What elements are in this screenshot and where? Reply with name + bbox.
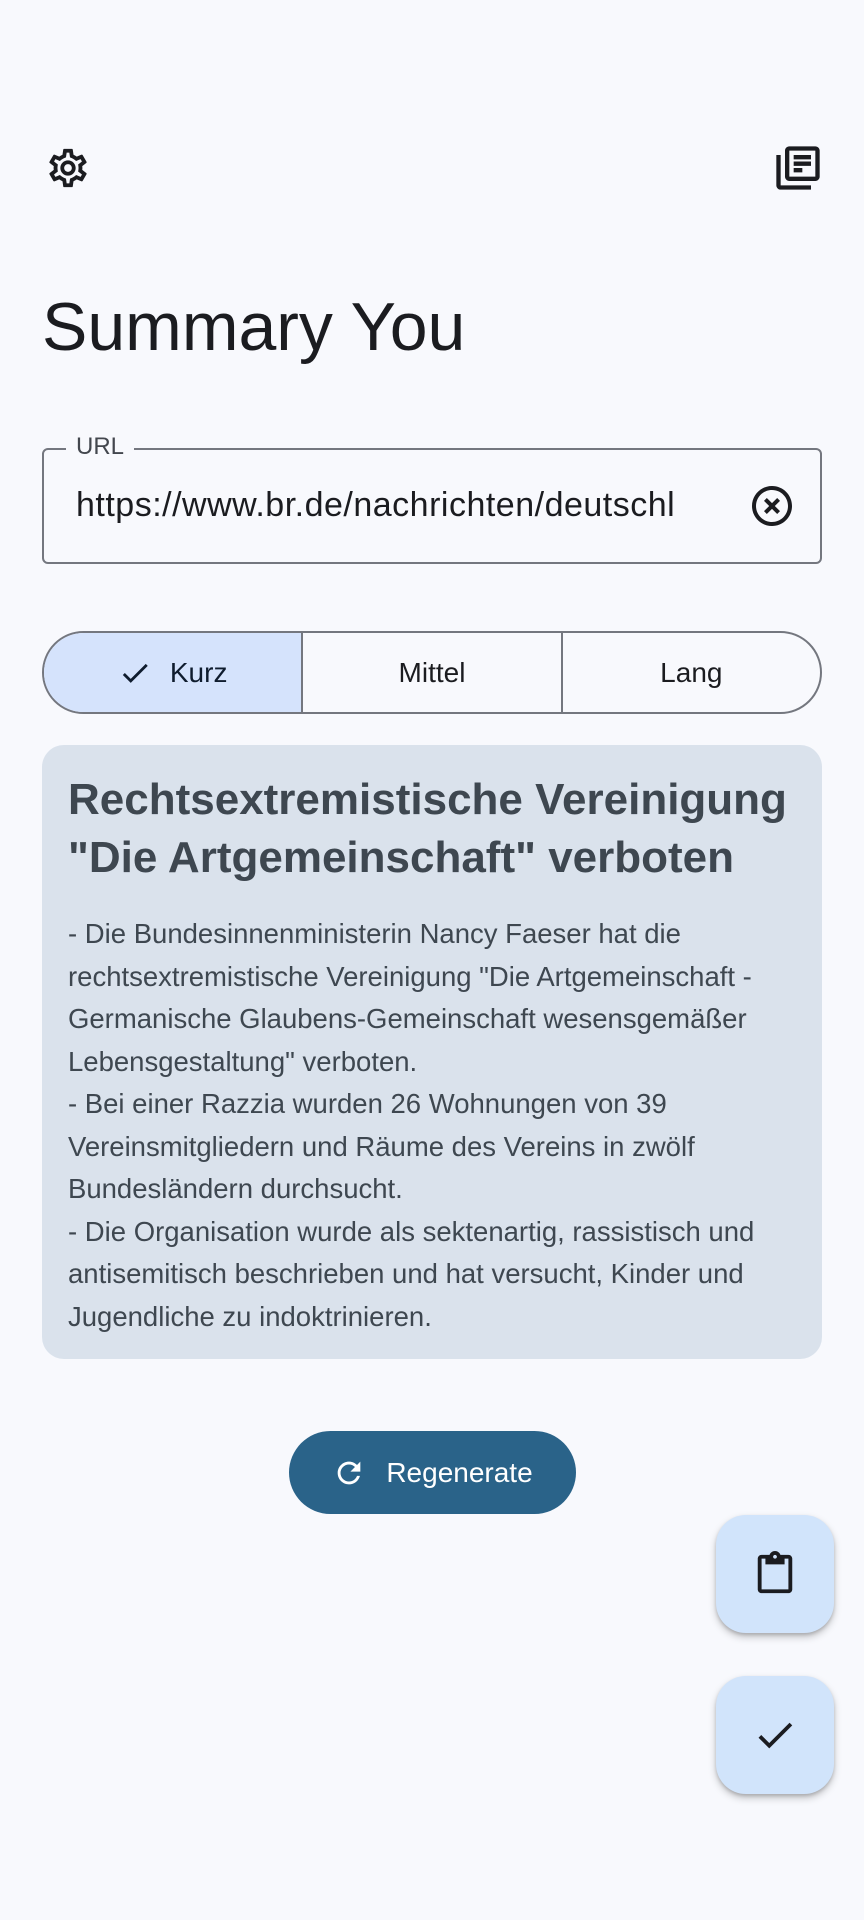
clipboard-icon bbox=[757, 1551, 793, 1594]
settings-button[interactable] bbox=[36, 136, 100, 200]
app-title: Summary You bbox=[42, 289, 466, 365]
copy-clipboard-button[interactable] bbox=[716, 1515, 834, 1633]
segment-label: Mittel bbox=[398, 656, 466, 688]
regenerate-label: Regenerate bbox=[386, 1456, 533, 1488]
settings-icon bbox=[49, 148, 87, 188]
url-input[interactable]: https://www.br.de/nachrichten/deutschl bbox=[76, 450, 766, 561]
done-button[interactable] bbox=[716, 1676, 834, 1794]
check-icon bbox=[118, 656, 152, 690]
history-button[interactable] bbox=[766, 136, 830, 200]
segment-label: Kurz bbox=[169, 656, 228, 688]
summary-title: Rechtsextremistische Vereinigung "Die Ar… bbox=[68, 775, 787, 882]
clear-url-button[interactable] bbox=[746, 480, 798, 532]
segment-mittel[interactable]: Mittel bbox=[301, 633, 560, 712]
segment-lang[interactable]: Lang bbox=[560, 633, 820, 712]
app-screen: Summary You URL https://www.br.de/nachri… bbox=[0, 0, 864, 1920]
summary-text: - Die Bundesinnenministerin Nancy Faeser… bbox=[68, 918, 755, 1332]
summary-card: Rechtsextremistische Vereinigung "Die Ar… bbox=[42, 745, 822, 1359]
length-selector: Kurz Mittel Lang bbox=[42, 631, 822, 714]
segment-kurz[interactable]: Kurz bbox=[44, 633, 302, 712]
regenerate-button[interactable]: Regenerate bbox=[289, 1431, 576, 1514]
check-icon bbox=[758, 1722, 793, 1749]
segment-label: Lang bbox=[660, 656, 723, 688]
url-field[interactable]: URL https://www.br.de/nachrichten/deutsc… bbox=[42, 432, 822, 564]
refresh-icon bbox=[332, 1456, 366, 1490]
clear-circle-icon bbox=[752, 486, 792, 526]
history-list-icon bbox=[776, 146, 820, 190]
